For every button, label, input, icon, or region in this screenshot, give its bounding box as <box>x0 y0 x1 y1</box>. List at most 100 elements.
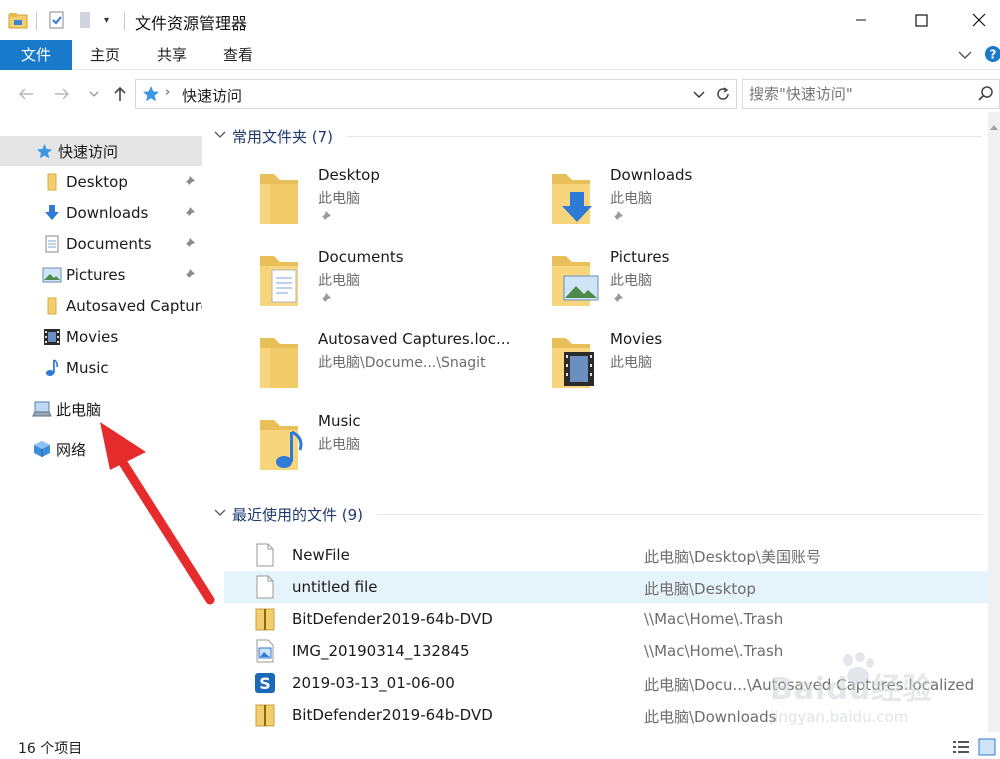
folder-location: 此电脑 <box>610 273 652 289</box>
file-name: IMG_20190314_132845 <box>292 642 470 660</box>
nav-item-autosaved-captures[interactable]: Autosaved Captures <box>0 291 202 321</box>
tab-home[interactable]: 主页 <box>76 40 134 70</box>
customize-toolbar-icon[interactable]: ▾ <box>104 10 109 30</box>
tab-share[interactable]: 共享 <box>142 40 202 70</box>
breadcrumb-quick-access[interactable]: 快速访问 <box>182 85 242 106</box>
pin-icon[interactable] <box>318 292 332 310</box>
group-header-frequent[interactable]: 常用文件夹 (7) <box>214 124 982 148</box>
blank-file-icon <box>256 575 274 599</box>
group-title: 最近使用的文件 (9) <box>232 505 364 524</box>
pin-icon[interactable] <box>610 210 624 228</box>
nav-item-music[interactable]: Music <box>0 353 202 383</box>
collapse-chevron-icon[interactable] <box>214 129 232 143</box>
music-folder-icon <box>260 420 303 470</box>
folder-tile-downloads[interactable]: Downloads 此电脑 <box>550 166 840 246</box>
star-icon <box>34 141 54 161</box>
help-icon[interactable]: ? <box>984 45 1000 67</box>
nav-item-documents[interactable]: Documents <box>0 229 202 259</box>
recent-file-row[interactable]: BitDefender2019-64b-DVD \\Mac\Home\.Tras… <box>224 603 988 635</box>
folder-name: Movies <box>610 330 663 348</box>
computer-icon <box>32 399 52 419</box>
folder-location: 此电脑 <box>610 355 652 371</box>
details-view-icon[interactable] <box>952 739 970 759</box>
pin-icon[interactable] <box>182 237 196 255</box>
search-icon[interactable] <box>977 85 995 107</box>
address-row: › 快速访问 <box>0 76 1000 112</box>
nav-item-pictures[interactable]: Pictures <box>0 260 202 290</box>
svg-text:?: ? <box>990 48 997 62</box>
expand-ribbon-icon[interactable] <box>956 46 974 68</box>
refresh-icon[interactable] <box>714 85 732 107</box>
folder-tile-music[interactable]: Music 此电脑 <box>258 412 548 492</box>
folder-tile-desktop[interactable]: Desktop 此电脑 <box>258 166 548 246</box>
pin-icon[interactable] <box>318 210 332 228</box>
folder-icon <box>260 338 298 388</box>
nav-item-desktop[interactable]: Desktop <box>0 167 202 197</box>
folder-tile-autosaved-captures[interactable]: Autosaved Captures.loc... 此电脑\Docume...\… <box>258 330 548 410</box>
nav-label: 快速访问 <box>58 142 119 161</box>
nav-item-movies[interactable]: Movies <box>0 322 202 352</box>
content-pane: 常用文件夹 (7) Desktop 此电脑 Downloads 此电脑 Docu… <box>204 112 988 732</box>
folder-location: 此电脑 <box>318 437 360 453</box>
recent-file-row[interactable]: untitled file 此电脑\Desktop <box>224 571 988 603</box>
nav-label: Pictures <box>66 266 126 284</box>
recent-locations-button[interactable] <box>82 82 106 106</box>
properties-icon[interactable] <box>48 10 66 30</box>
folder-location: 此电脑 <box>610 191 652 207</box>
folder-icon <box>42 172 62 192</box>
recent-file-row[interactable]: NewFile 此电脑\Desktop\美国账号 <box>224 539 988 571</box>
scroll-up-icon[interactable] <box>990 116 998 134</box>
svg-text:S: S <box>259 674 271 693</box>
network-icon <box>32 439 52 459</box>
folder-location: 此电脑\Docume...\Snagit <box>318 355 486 371</box>
snagit-file-icon: S <box>255 673 275 693</box>
file-name: BitDefender2019-64b-DVD <box>292 706 493 724</box>
search-input[interactable] <box>749 84 969 104</box>
star-icon <box>142 85 160 107</box>
window-title: 文件资源管理器 <box>135 14 248 33</box>
folder-tile-movies[interactable]: Movies 此电脑 <box>550 330 840 410</box>
title-bar: ▾ 文件资源管理器 <box>0 0 1000 40</box>
music-note-icon <box>42 358 62 378</box>
downloads-folder-icon <box>552 174 592 224</box>
group-title: 常用文件夹 (7) <box>232 127 334 146</box>
address-dropdown-icon[interactable] <box>692 87 706 105</box>
nav-quick-access[interactable]: 快速访问 <box>0 136 202 166</box>
folder-icon <box>42 296 62 316</box>
nav-label: Movies <box>66 328 119 346</box>
back-button[interactable] <box>14 82 38 106</box>
forward-button[interactable] <box>50 82 74 106</box>
group-header-recent[interactable]: 最近使用的文件 (9) <box>214 502 982 526</box>
minimize-button[interactable] <box>836 0 886 40</box>
search-box[interactable] <box>742 79 1000 109</box>
app-folder-icon <box>8 10 28 30</box>
film-icon <box>42 327 62 347</box>
watermark-url: jingyan.baidu.com <box>770 708 909 726</box>
pin-icon[interactable] <box>182 268 196 286</box>
folder-tile-documents[interactable]: Documents 此电脑 <box>258 248 548 328</box>
folder-name: Autosaved Captures.loc... <box>318 330 511 348</box>
tab-file[interactable]: 文件 <box>0 40 72 70</box>
folder-location: 此电脑 <box>318 273 360 289</box>
watermark: Baidu经验 jingyan.baidu.com <box>770 652 990 742</box>
nav-item-downloads[interactable]: Downloads <box>0 198 202 228</box>
file-path: 此电脑\Desktop\美国账号 <box>644 548 821 566</box>
image-file-icon <box>256 639 274 663</box>
pin-icon[interactable] <box>182 206 196 224</box>
pictures-folder-icon <box>552 256 599 306</box>
up-button[interactable] <box>108 82 132 106</box>
vertical-scrollbar[interactable] <box>988 112 1000 732</box>
new-folder-icon[interactable] <box>78 10 92 30</box>
folder-name: Downloads <box>610 166 693 184</box>
ribbon: 文件 主页 共享 查看 ? <box>0 40 1000 70</box>
pin-icon[interactable] <box>610 292 624 310</box>
maximize-button[interactable] <box>896 0 946 40</box>
pin-icon[interactable] <box>182 175 196 193</box>
folder-icon <box>260 174 298 224</box>
folder-tile-pictures[interactable]: Pictures 此电脑 <box>550 248 840 328</box>
close-button[interactable] <box>954 0 1000 40</box>
address-bar[interactable]: › 快速访问 <box>135 79 737 109</box>
file-name: BitDefender2019-64b-DVD <box>292 610 493 628</box>
nav-label: Documents <box>66 235 152 253</box>
tab-view[interactable]: 查看 <box>208 40 268 70</box>
